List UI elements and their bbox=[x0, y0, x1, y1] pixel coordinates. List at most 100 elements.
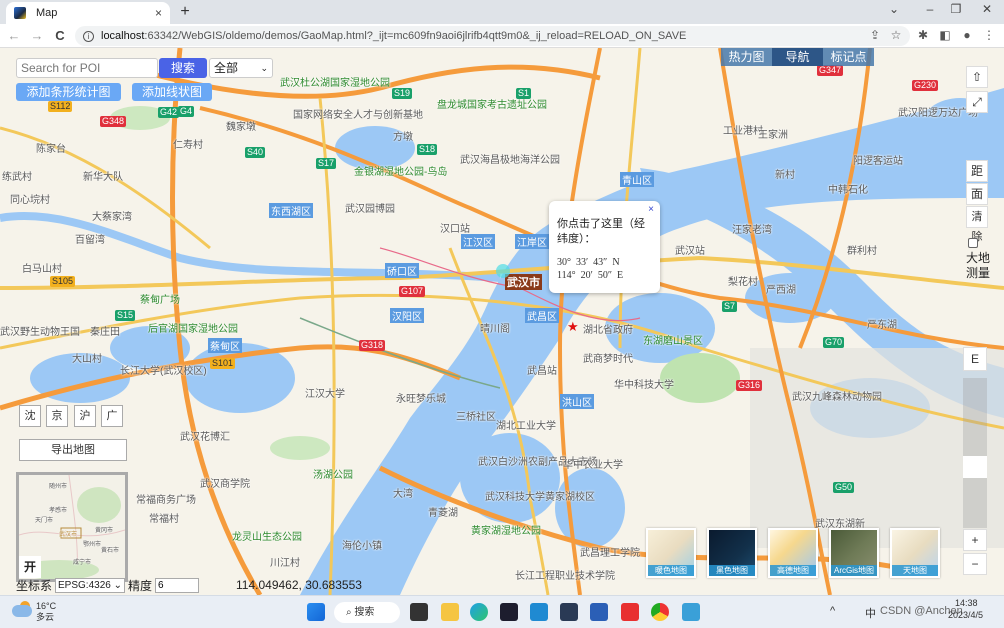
map-label-poi: 武汉园博园 bbox=[345, 204, 395, 215]
pan-up-button[interactable]: ⇧ bbox=[966, 66, 988, 88]
app-cat-icon[interactable] bbox=[560, 603, 578, 621]
search-button[interactable]: 搜索 bbox=[159, 58, 207, 78]
bookmark-star-icon[interactable]: ☆ bbox=[888, 28, 904, 42]
road-shield: G107 bbox=[399, 286, 426, 297]
chrome-icon[interactable] bbox=[651, 603, 669, 621]
site-info-icon[interactable]: i bbox=[83, 30, 94, 42]
close-window-button[interactable]: ✕ bbox=[977, 2, 997, 16]
zoom-slider-handle[interactable] bbox=[963, 456, 987, 478]
city-button-shanghai[interactable]: 沪 bbox=[74, 405, 96, 427]
precision-input[interactable] bbox=[155, 577, 200, 593]
overview-toggle-button[interactable]: 开 bbox=[19, 556, 41, 578]
map-label-poi: 武汉杜公湖国家湿地公园 bbox=[280, 78, 390, 89]
map-label-district: 江岸区 bbox=[515, 234, 549, 249]
export-map-button[interactable]: 导出地图 bbox=[19, 439, 127, 461]
task-view-icon[interactable] bbox=[410, 603, 428, 621]
menu-markers[interactable]: 标记点 bbox=[823, 48, 874, 66]
reload-button[interactable]: C bbox=[52, 28, 68, 43]
edge-icon[interactable] bbox=[470, 603, 488, 621]
popup-close-icon[interactable]: × bbox=[648, 204, 654, 215]
map-label-district: 硚口区 bbox=[385, 263, 419, 278]
clock-date[interactable]: 2023/4/5 bbox=[948, 610, 983, 620]
zoom-out-button[interactable]: − bbox=[963, 553, 987, 575]
map-label-city: 武汉市 bbox=[505, 274, 542, 290]
tab-close-icon[interactable]: × bbox=[155, 6, 162, 20]
side-panel-icon[interactable]: ◧ bbox=[937, 28, 953, 42]
tab-search-dropdown-icon[interactable]: ⌄ bbox=[884, 2, 904, 16]
tray-overflow-icon[interactable]: ^ bbox=[830, 605, 835, 617]
taskbar-search[interactable]: ⌕ 搜索 bbox=[334, 602, 400, 623]
add-line-chart-button[interactable]: 添加线状图 bbox=[132, 83, 212, 101]
webstorm-icon[interactable] bbox=[500, 603, 518, 621]
geodesic-checkbox[interactable] bbox=[968, 238, 978, 248]
map-label-district: 东西湖区 bbox=[269, 203, 313, 218]
fullscreen-button[interactable]: ⤢ bbox=[966, 91, 988, 113]
basemap-arcgis[interactable]: ArcGis地图 bbox=[829, 528, 879, 578]
tab-title: Map bbox=[36, 7, 58, 19]
extensions-icon[interactable]: ✱ bbox=[915, 28, 931, 42]
forward-button[interactable]: → bbox=[29, 28, 45, 43]
basemap-warm[interactable]: 暖色地图 bbox=[646, 528, 696, 578]
map-label-district: 洪山区 bbox=[560, 394, 594, 409]
category-select[interactable]: 全部 ⌄ bbox=[209, 58, 273, 78]
map-label-place: 三桥社区 bbox=[456, 412, 496, 423]
top-menu: 热力图 导航 标记点 bbox=[721, 48, 874, 66]
map-label-place: 同心垸村 bbox=[10, 195, 50, 206]
url-path: :63342/WebGIS/oldemo/demos/GaoMap.html?_… bbox=[144, 30, 687, 42]
road-shield: S101 bbox=[210, 358, 236, 369]
wps-icon[interactable] bbox=[621, 603, 639, 621]
map-label-district: 江汉区 bbox=[461, 234, 495, 249]
file-explorer-icon[interactable] bbox=[441, 603, 459, 621]
map-label-district: 汉阳区 bbox=[390, 308, 424, 323]
zoom-slider-track[interactable] bbox=[963, 378, 987, 528]
measure-distance-button[interactable]: 距 bbox=[966, 160, 988, 182]
map-label-poi: 金银湖湿地公园-鸟岛 bbox=[354, 167, 448, 178]
new-tab-button[interactable]: + bbox=[176, 3, 194, 21]
map-canvas[interactable]: 武汉市 东西湖区 江汉区 江岸区 硚口区 汉阳区 武昌区 洪山区 蔡甸区 青山区… bbox=[0, 48, 1004, 595]
poi-search-input[interactable] bbox=[16, 58, 158, 78]
zoom-in-button[interactable]: + bbox=[963, 529, 987, 551]
road-shield: S7 bbox=[722, 301, 738, 312]
start-button[interactable] bbox=[307, 603, 325, 621]
vscode-icon[interactable] bbox=[530, 603, 548, 621]
weather-desc: 多云 bbox=[36, 612, 55, 622]
map-label-poi: 武汉野生动物王国 bbox=[0, 327, 80, 338]
clock-time[interactable]: 14:38 bbox=[955, 598, 978, 608]
more-menu-icon[interactable]: ⋮ bbox=[981, 28, 997, 42]
basemap-dark[interactable]: 黑色地图 bbox=[707, 528, 757, 578]
map-label-place: 中韩石化 bbox=[828, 185, 868, 196]
map-label-poi: 长江工程职业技术学院 bbox=[515, 571, 615, 582]
menu-navigation[interactable]: 导航 bbox=[772, 48, 823, 66]
crs-select-value: EPSG:4326 bbox=[58, 579, 111, 591]
restore-button[interactable]: ❐ bbox=[946, 2, 966, 16]
popup-message: 你点击了这里（经纬度）： bbox=[557, 218, 645, 245]
city-button-beijing[interactable]: 京 bbox=[46, 405, 68, 427]
add-bar-chart-button[interactable]: 添加条形统计图 bbox=[16, 83, 121, 101]
crs-select[interactable]: EPSG:4326 ⌄ bbox=[55, 577, 125, 593]
basemap-label: ArcGis地图 bbox=[831, 565, 877, 576]
word-icon[interactable] bbox=[590, 603, 608, 621]
clear-measure-button[interactable]: 清除 bbox=[966, 206, 988, 243]
measure-area-button[interactable]: 面 bbox=[966, 183, 988, 205]
profile-avatar-icon[interactable]: ● bbox=[959, 28, 975, 42]
windows-taskbar: 16°C 多云 ⌕ 搜索 ^ 中 CSDN @Anchen 14:38 2023/… bbox=[0, 595, 1004, 628]
compass-button[interactable]: E bbox=[963, 347, 987, 371]
minimize-button[interactable]: – bbox=[920, 2, 940, 16]
menu-heatmap[interactable]: 热力图 bbox=[721, 48, 772, 66]
basemap-amap[interactable]: 高德地图 bbox=[768, 528, 818, 578]
url-bar[interactable]: i localhost:63342/WebGIS/oldemo/demos/Ga… bbox=[75, 26, 910, 46]
ime-indicator[interactable]: 中 bbox=[865, 605, 876, 621]
back-button[interactable]: ← bbox=[6, 28, 22, 43]
browser-tab[interactable]: Map × bbox=[6, 2, 170, 24]
basemap-tianditu[interactable]: 天地图 bbox=[890, 528, 940, 578]
city-button-shenyang[interactable]: 沈 bbox=[19, 405, 41, 427]
basemap-label: 黑色地图 bbox=[709, 565, 755, 576]
map-label-poi: 汉口站 bbox=[440, 224, 470, 235]
road-shield: G230 bbox=[912, 80, 939, 91]
share-icon[interactable]: ⇪ bbox=[867, 28, 883, 42]
overview-label: 武汉市 bbox=[59, 532, 78, 538]
city-button-guangzhou[interactable]: 广 bbox=[101, 405, 123, 427]
map-label-place: 练武村 bbox=[2, 172, 32, 183]
notepad-icon[interactable] bbox=[682, 603, 700, 621]
map-label-poi: 常福商务广场 bbox=[136, 495, 196, 506]
